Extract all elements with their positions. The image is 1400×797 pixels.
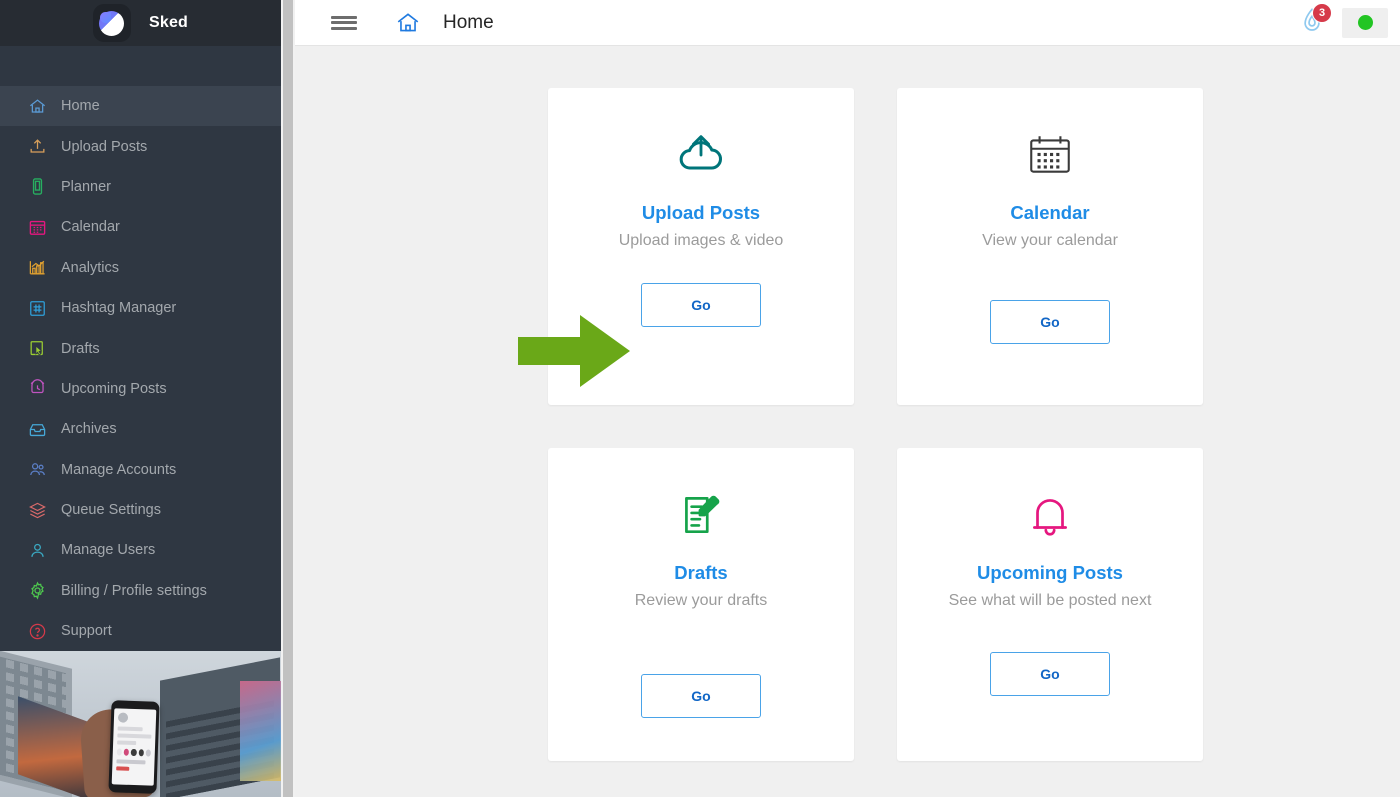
sidebar: Sked Home Upload Posts Planner [0, 0, 281, 797]
sidebar-item-label: Upcoming Posts [61, 381, 167, 397]
clock-bell-icon [28, 379, 47, 398]
sidebar-item-label: Home [61, 98, 100, 114]
inbox-icon [28, 420, 47, 439]
sidebar-item-upcoming-posts[interactable]: Upcoming Posts [0, 369, 281, 409]
mobile-phone-icon [28, 177, 47, 196]
card-drafts[interactable]: Drafts Review your drafts Go [548, 448, 854, 761]
card-description: Review your drafts [635, 589, 768, 612]
go-button[interactable]: Go [990, 300, 1110, 344]
go-button[interactable]: Go [641, 283, 761, 327]
sidebar-item-archives[interactable]: Archives [0, 409, 281, 449]
bell-icon [1025, 482, 1075, 548]
users-icon [28, 460, 47, 479]
sidebar-item-manage-accounts[interactable]: Manage Accounts [0, 450, 281, 490]
sidebar-item-calendar[interactable]: Calendar [0, 207, 281, 247]
sidebar-item-label: Analytics [61, 260, 119, 276]
user-icon [28, 541, 47, 560]
document-pencil-icon [676, 482, 726, 548]
cursor-document-icon [28, 339, 47, 358]
home-icon [28, 97, 47, 116]
sidebar-scrollbar[interactable] [281, 0, 295, 797]
go-button[interactable]: Go [641, 674, 761, 718]
sidebar-item-label: Upload Posts [61, 139, 147, 155]
sidebar-item-planner[interactable]: Planner [0, 167, 281, 207]
gear-icon [28, 581, 47, 600]
sidebar-item-label: Support [61, 623, 112, 639]
main-area: Home 3 [281, 0, 1400, 797]
sidebar-promo-photo [0, 651, 281, 797]
sidebar-item-label: Hashtag Manager [61, 300, 176, 316]
sidebar-item-label: Manage Users [61, 542, 155, 558]
card-title: Upload Posts [642, 202, 760, 224]
sidebar-item-home[interactable]: Home [0, 86, 281, 126]
sidebar-item-analytics[interactable]: Analytics [0, 248, 281, 288]
sidebar-item-upload-posts[interactable]: Upload Posts [0, 126, 281, 166]
sidebar-item-label: Planner [61, 179, 111, 195]
question-circle-icon [28, 622, 47, 641]
upload-cloud-icon [28, 137, 47, 156]
sked-logo-icon [93, 4, 131, 42]
sidebar-item-label: Archives [61, 421, 117, 437]
bar-chart-icon [28, 258, 47, 277]
sidebar-item-label: Queue Settings [61, 502, 161, 518]
sidebar-item-queue-settings[interactable]: Queue Settings [0, 490, 281, 530]
layers-icon [28, 501, 47, 520]
sidebar-item-manage-users[interactable]: Manage Users [0, 530, 281, 570]
card-title: Drafts [674, 562, 727, 584]
green-status-dot [1358, 15, 1373, 30]
sidebar-item-billing-profile-settings[interactable]: Billing / Profile settings [0, 571, 281, 611]
card-description: View your calendar [982, 229, 1118, 252]
top-bar: Home 3 [295, 0, 1400, 46]
flame-icon[interactable]: 3 [1298, 6, 1328, 40]
page-title: Home [443, 12, 494, 34]
hamburger-menu-icon[interactable] [331, 13, 357, 33]
sidebar-spacer [0, 46, 281, 86]
card-upcoming-posts[interactable]: Upcoming Posts See what will be posted n… [897, 448, 1203, 761]
status-button[interactable] [1342, 8, 1388, 38]
sidebar-item-label: Drafts [61, 341, 100, 357]
sidebar-item-support[interactable]: Support [0, 611, 281, 651]
sidebar-item-label: Calendar [61, 219, 120, 235]
go-button[interactable]: Go [990, 652, 1110, 696]
cards-grid: Upload Posts Upload images & video Go [295, 46, 1400, 761]
card-description: See what will be posted next [949, 589, 1152, 612]
sidebar-item-label: Billing / Profile settings [61, 583, 207, 599]
card-description: Upload images & video [619, 229, 784, 252]
hashtag-icon [28, 299, 47, 318]
scrollbar-thumb[interactable] [283, 0, 293, 797]
content-area: Upload Posts Upload images & video Go [295, 46, 1400, 797]
topbar-right: 3 [1298, 6, 1388, 40]
sidebar-item-drafts[interactable]: Drafts [0, 328, 281, 368]
brand-name: Sked [149, 14, 188, 32]
brand-header[interactable]: Sked [0, 0, 281, 46]
sidebar-item-label: Manage Accounts [61, 462, 176, 478]
card-title: Calendar [1010, 202, 1089, 224]
cloud-upload-icon [675, 122, 727, 188]
sidebar-nav: Home Upload Posts Planner Calendar [0, 86, 281, 651]
calendar-icon [1025, 122, 1075, 188]
breadcrumb-home-icon [395, 10, 421, 36]
app-root: Sked Home Upload Posts Planner [0, 0, 1400, 797]
notification-badge: 3 [1312, 3, 1332, 23]
calendar-icon [28, 218, 47, 237]
card-title: Upcoming Posts [977, 562, 1123, 584]
annotation-arrow-icon [518, 315, 630, 387]
card-calendar[interactable]: Calendar View your calendar Go [897, 88, 1203, 405]
sidebar-item-hashtag-manager[interactable]: Hashtag Manager [0, 288, 281, 328]
